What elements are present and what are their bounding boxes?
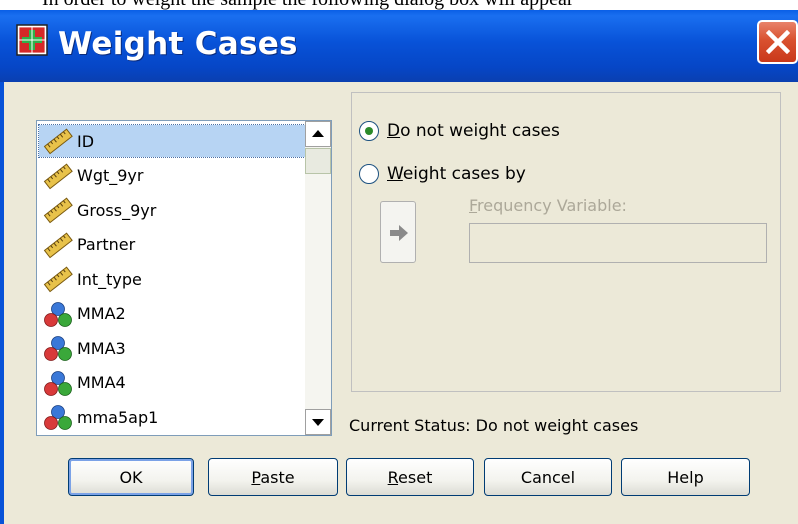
caption-text: In order to weight the sample the follow… [42, 0, 574, 10]
list-item[interactable]: MMA4 [39, 367, 305, 399]
scroll-up-button[interactable] [305, 121, 331, 147]
paste-button[interactable]: Paste [208, 458, 338, 496]
do-not-weight-radio[interactable] [359, 121, 379, 141]
weight-cases-by-label: Weight cases by [387, 164, 526, 184]
scroll-thumb[interactable] [305, 148, 331, 174]
variable-name: Int_type [77, 269, 142, 289]
list-item[interactable]: mma5ap1 [39, 401, 305, 433]
variable-listbox[interactable]: ID Wgt_9yr Gross_9yr Partner Int_type MMA2 MMA… [36, 120, 332, 436]
close-icon [766, 30, 790, 54]
variable-name: ID [77, 131, 95, 151]
variable-name: mma5ap1 [77, 407, 159, 427]
scroll-down-arrow-icon [312, 419, 324, 426]
scale-ruler-icon [41, 127, 75, 155]
scale-ruler-icon [41, 265, 75, 293]
variable-name: MMA3 [77, 338, 126, 358]
list-item[interactable]: Int_type [39, 263, 305, 295]
cancel-button[interactable]: Cancel [484, 458, 612, 496]
list-item[interactable]: Gross_9yr [39, 194, 305, 226]
spss-app-icon [16, 24, 48, 56]
right-arrow-icon [390, 225, 408, 241]
scroll-down-button[interactable] [305, 409, 331, 435]
nominal-circles-icon [41, 300, 75, 328]
document-caption: In order to weight the sample the follow… [0, 0, 798, 10]
help-button[interactable]: Help [621, 458, 750, 496]
variable-name: MMA4 [77, 373, 126, 392]
move-variable-button[interactable] [380, 201, 416, 263]
scale-ruler-icon [41, 162, 75, 190]
list-item[interactable]: ID [38, 124, 306, 158]
radio-selected-dot [365, 127, 373, 135]
ok-button[interactable]: OK [68, 458, 194, 496]
variable-name: Partner [77, 235, 136, 254]
scroll-up-arrow-icon [312, 130, 324, 137]
list-item[interactable]: MMA3 [39, 332, 305, 364]
variable-name: Gross_9yr [77, 200, 157, 220]
do-not-weight-label: Do not weight cases [387, 121, 560, 141]
title-bar[interactable]: Weight Cases [0, 10, 798, 82]
current-status-text: Current Status: Do not weight cases [349, 416, 639, 435]
list-item[interactable]: Partner [39, 229, 305, 261]
variable-name: MMA2 [77, 304, 126, 323]
list-scrollbar[interactable] [305, 121, 331, 435]
dialog-title: Weight Cases [58, 26, 298, 62]
frequency-variable-field[interactable] [469, 223, 767, 263]
nominal-circles-icon [41, 334, 75, 362]
weight-cases-by-option[interactable]: Weight cases by [359, 164, 526, 184]
reset-button[interactable]: Reset [346, 458, 474, 496]
variable-name: Wgt_9yr [77, 166, 144, 185]
weight-cases-by-radio[interactable] [359, 164, 379, 184]
nominal-circles-icon [41, 403, 75, 431]
do-not-weight-option[interactable]: Do not weight cases [359, 121, 560, 141]
nominal-circles-icon [41, 369, 75, 397]
scale-ruler-icon [41, 231, 75, 259]
list-item[interactable]: MMA2 [39, 298, 305, 330]
list-item[interactable]: Wgt_9yr [39, 160, 305, 192]
close-button[interactable] [757, 20, 798, 64]
frequency-variable-label: Frequency Variable: [469, 196, 627, 215]
scale-ruler-icon [41, 196, 75, 224]
